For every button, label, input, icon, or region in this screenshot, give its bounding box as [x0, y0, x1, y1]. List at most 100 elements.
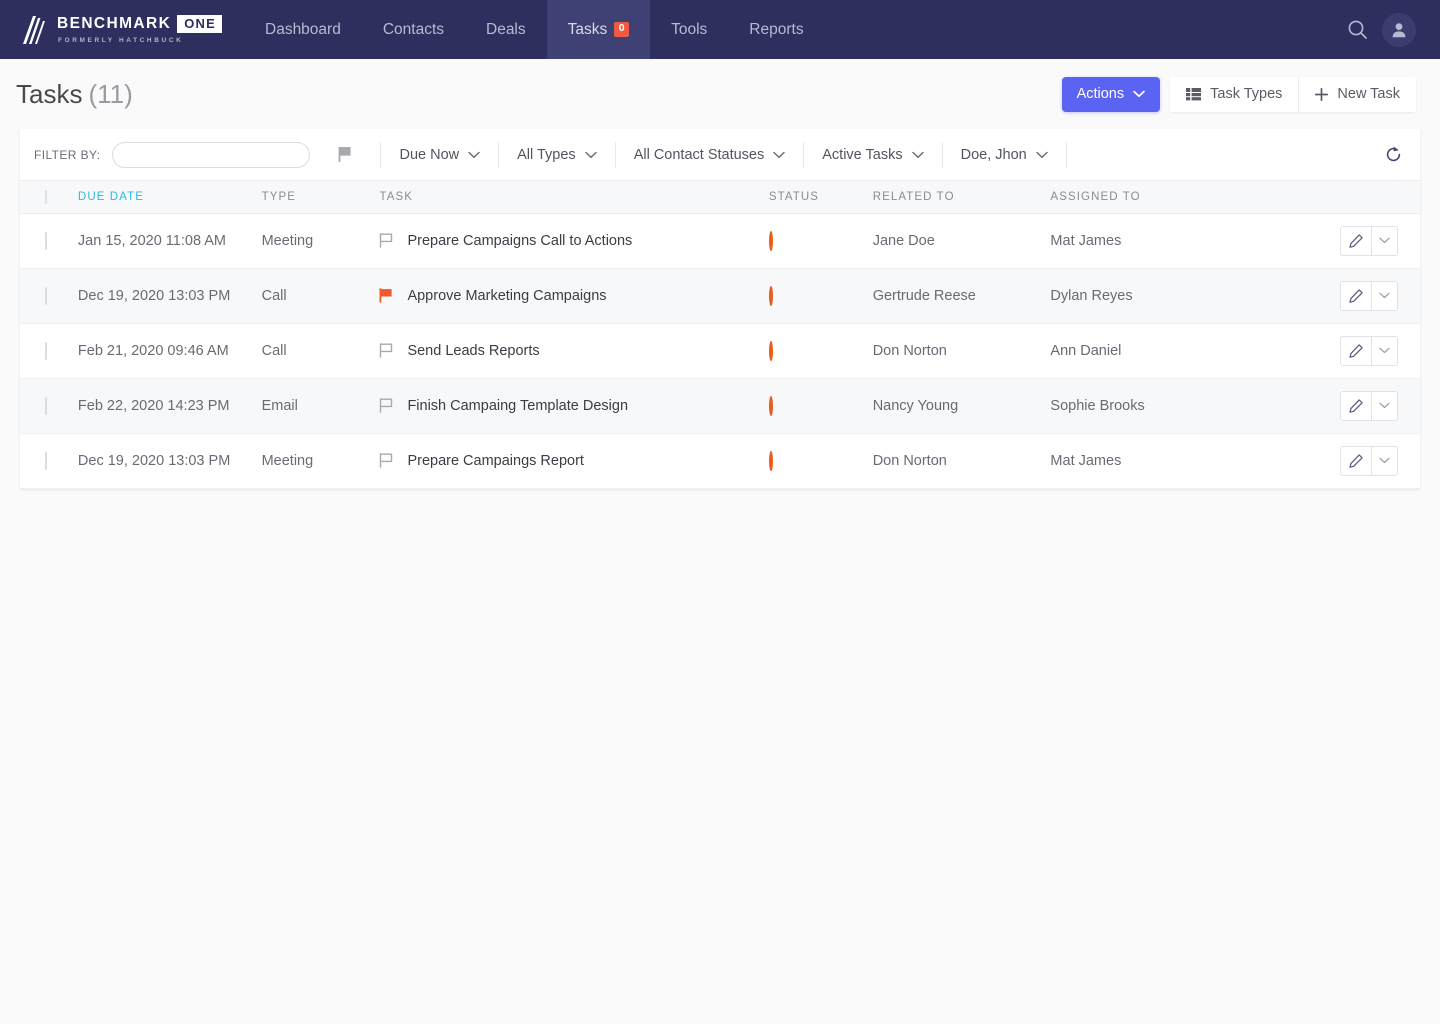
task-types-button[interactable]: Task Types [1170, 76, 1299, 112]
table-row[interactable]: Feb 21, 2020 09:46 AM Call Send Leads Re… [20, 323, 1420, 378]
row-select-cell [20, 378, 78, 433]
nav-item-reports[interactable]: Reports [728, 0, 824, 59]
search-input[interactable] [130, 147, 307, 162]
cell-status [768, 268, 873, 323]
filter-label: Active Tasks [822, 146, 903, 163]
filter-contact-statuses-dropdown[interactable]: All Contact Statuses [616, 129, 804, 181]
edit-task-button[interactable] [1341, 447, 1371, 475]
cell-assigned-to: Sophie Brooks [1050, 397, 1145, 414]
actions-button[interactable]: Actions [1061, 76, 1161, 112]
chevron-down-icon [584, 151, 597, 158]
nav-right-group [1347, 0, 1440, 59]
chevron-down-icon [773, 151, 786, 158]
status-open-icon[interactable] [768, 395, 773, 416]
nav-item-contacts[interactable]: Contacts [362, 0, 465, 59]
status-open-icon[interactable] [768, 230, 773, 251]
task-title[interactable]: Prepare Campaigns Call to Actions [407, 233, 632, 249]
table-header-row: DUE DATE TYPE TASK STATUS RELATED TO ASS… [20, 181, 1420, 214]
column-header-label: DUE DATE [77, 190, 145, 203]
column-header-task[interactable]: TASK [379, 181, 769, 214]
cell-type: Call [261, 342, 287, 359]
table-row[interactable]: Jan 15, 2020 11:08 AM Meeting Prepare Ca… [20, 213, 1420, 268]
filter-label: Doe, Jhon [960, 146, 1027, 163]
task-title[interactable]: Finish Campaing Template Design [407, 398, 628, 414]
cell-due-date: Dec 19, 2020 13:03 PM [77, 287, 231, 304]
user-avatar-button[interactable] [1382, 12, 1416, 47]
cell-task: Send Leads Reports [379, 323, 768, 378]
chevron-down-icon [1035, 151, 1048, 158]
status-open-icon[interactable] [768, 285, 773, 306]
nav-item-label: Tasks [567, 20, 608, 38]
cell-task: Prepare Campaigns Call to Actions [379, 213, 768, 268]
column-header-label: ASSIGNED TO [1050, 190, 1141, 203]
table-row[interactable]: Dec 19, 2020 13:03 PM Meeting Prepare Ca… [20, 433, 1420, 488]
row-checkbox[interactable] [45, 286, 47, 305]
edit-task-button[interactable] [1341, 282, 1371, 310]
edit-task-button[interactable] [1341, 392, 1371, 420]
chevron-down-icon [1379, 347, 1390, 354]
row-select-cell [20, 323, 78, 378]
cell-assigned-to: Mat James [1050, 232, 1122, 249]
task-title[interactable]: Prepare Campaings Report [407, 453, 584, 469]
filter-owner-dropdown[interactable]: Doe, Jhon [943, 129, 1066, 181]
search-icon [1348, 20, 1367, 39]
actions-button-label: Actions [1076, 86, 1125, 102]
nav-item-tasks[interactable]: Tasks 0 [546, 0, 651, 59]
cell-related-to: Nancy Young [872, 397, 959, 414]
pencil-icon [1349, 233, 1363, 248]
flag-outline-icon[interactable] [379, 398, 393, 413]
cell-status [768, 433, 873, 488]
row-action-dropdown-button[interactable] [1371, 336, 1397, 365]
new-task-label: New Task [1337, 86, 1400, 102]
row-action-split-button [1340, 280, 1398, 311]
filter-search-box[interactable] [112, 141, 311, 168]
header-button-group: Task Types New Task [1170, 76, 1416, 112]
row-action-dropdown-button[interactable] [1371, 391, 1397, 420]
column-header-assigned-to[interactable]: ASSIGNED TO [1050, 181, 1340, 214]
global-search-button[interactable] [1347, 19, 1368, 40]
filter-due-now-dropdown[interactable]: Due Now [381, 129, 498, 181]
status-open-icon[interactable] [768, 340, 773, 361]
table-row[interactable]: Dec 19, 2020 13:03 PM Call Approve Marke… [20, 268, 1420, 323]
row-checkbox[interactable] [45, 231, 47, 250]
flag-outline-icon[interactable] [379, 343, 393, 358]
brand-name: BENCHMARK [57, 15, 172, 32]
row-action-dropdown-button[interactable] [1371, 281, 1397, 310]
task-title[interactable]: Send Leads Reports [407, 343, 539, 359]
row-checkbox[interactable] [45, 451, 47, 470]
column-header-due-date[interactable]: DUE DATE [77, 181, 262, 214]
edit-task-button[interactable] [1341, 337, 1371, 365]
task-title[interactable]: Approve Marketing Campaigns [407, 288, 606, 304]
flag-outline-icon[interactable] [379, 453, 393, 468]
filter-all-types-dropdown[interactable]: All Types [499, 129, 615, 181]
page-title-text: Tasks [16, 78, 83, 109]
filter-active-tasks-dropdown[interactable]: Active Tasks [804, 129, 941, 181]
row-checkbox[interactable] [45, 396, 47, 415]
filter-label: All Types [517, 146, 576, 163]
tasks-card: FILTER BY: Due Now All Types All Contact… [20, 129, 1420, 489]
row-action-dropdown-button[interactable] [1371, 446, 1397, 475]
flag-filter-button[interactable] [337, 146, 353, 163]
table-row[interactable]: Feb 22, 2020 14:23 PM Email Finish Campa… [20, 378, 1420, 433]
edit-task-button[interactable] [1341, 227, 1371, 255]
column-header-label: STATUS [768, 190, 820, 203]
status-open-icon[interactable] [768, 450, 773, 471]
nav-item-label: Tools [671, 20, 708, 38]
row-checkbox[interactable] [45, 341, 47, 360]
row-action-dropdown-button[interactable] [1371, 226, 1397, 255]
new-task-button[interactable]: New Task [1298, 76, 1416, 112]
flag-outline-icon[interactable] [379, 233, 393, 248]
column-header-label: RELATED TO [872, 190, 955, 203]
nav-item-dashboard[interactable]: Dashboard [244, 0, 362, 59]
brand-logo[interactable]: BENCHMARK ONE FORMERLY HATCHBUCK [0, 0, 244, 59]
refresh-button[interactable] [1376, 138, 1410, 172]
cell-actions [1340, 433, 1420, 488]
column-header-status[interactable]: STATUS [768, 181, 873, 214]
column-header-type[interactable]: TYPE [261, 181, 380, 214]
nav-item-deals[interactable]: Deals [465, 0, 547, 59]
column-header-related-to[interactable]: RELATED TO [872, 181, 1051, 214]
flag-filled-icon[interactable] [379, 288, 393, 303]
select-all-checkbox[interactable] [45, 189, 47, 204]
cell-type: Call [261, 287, 287, 304]
nav-item-tools[interactable]: Tools [650, 0, 728, 59]
